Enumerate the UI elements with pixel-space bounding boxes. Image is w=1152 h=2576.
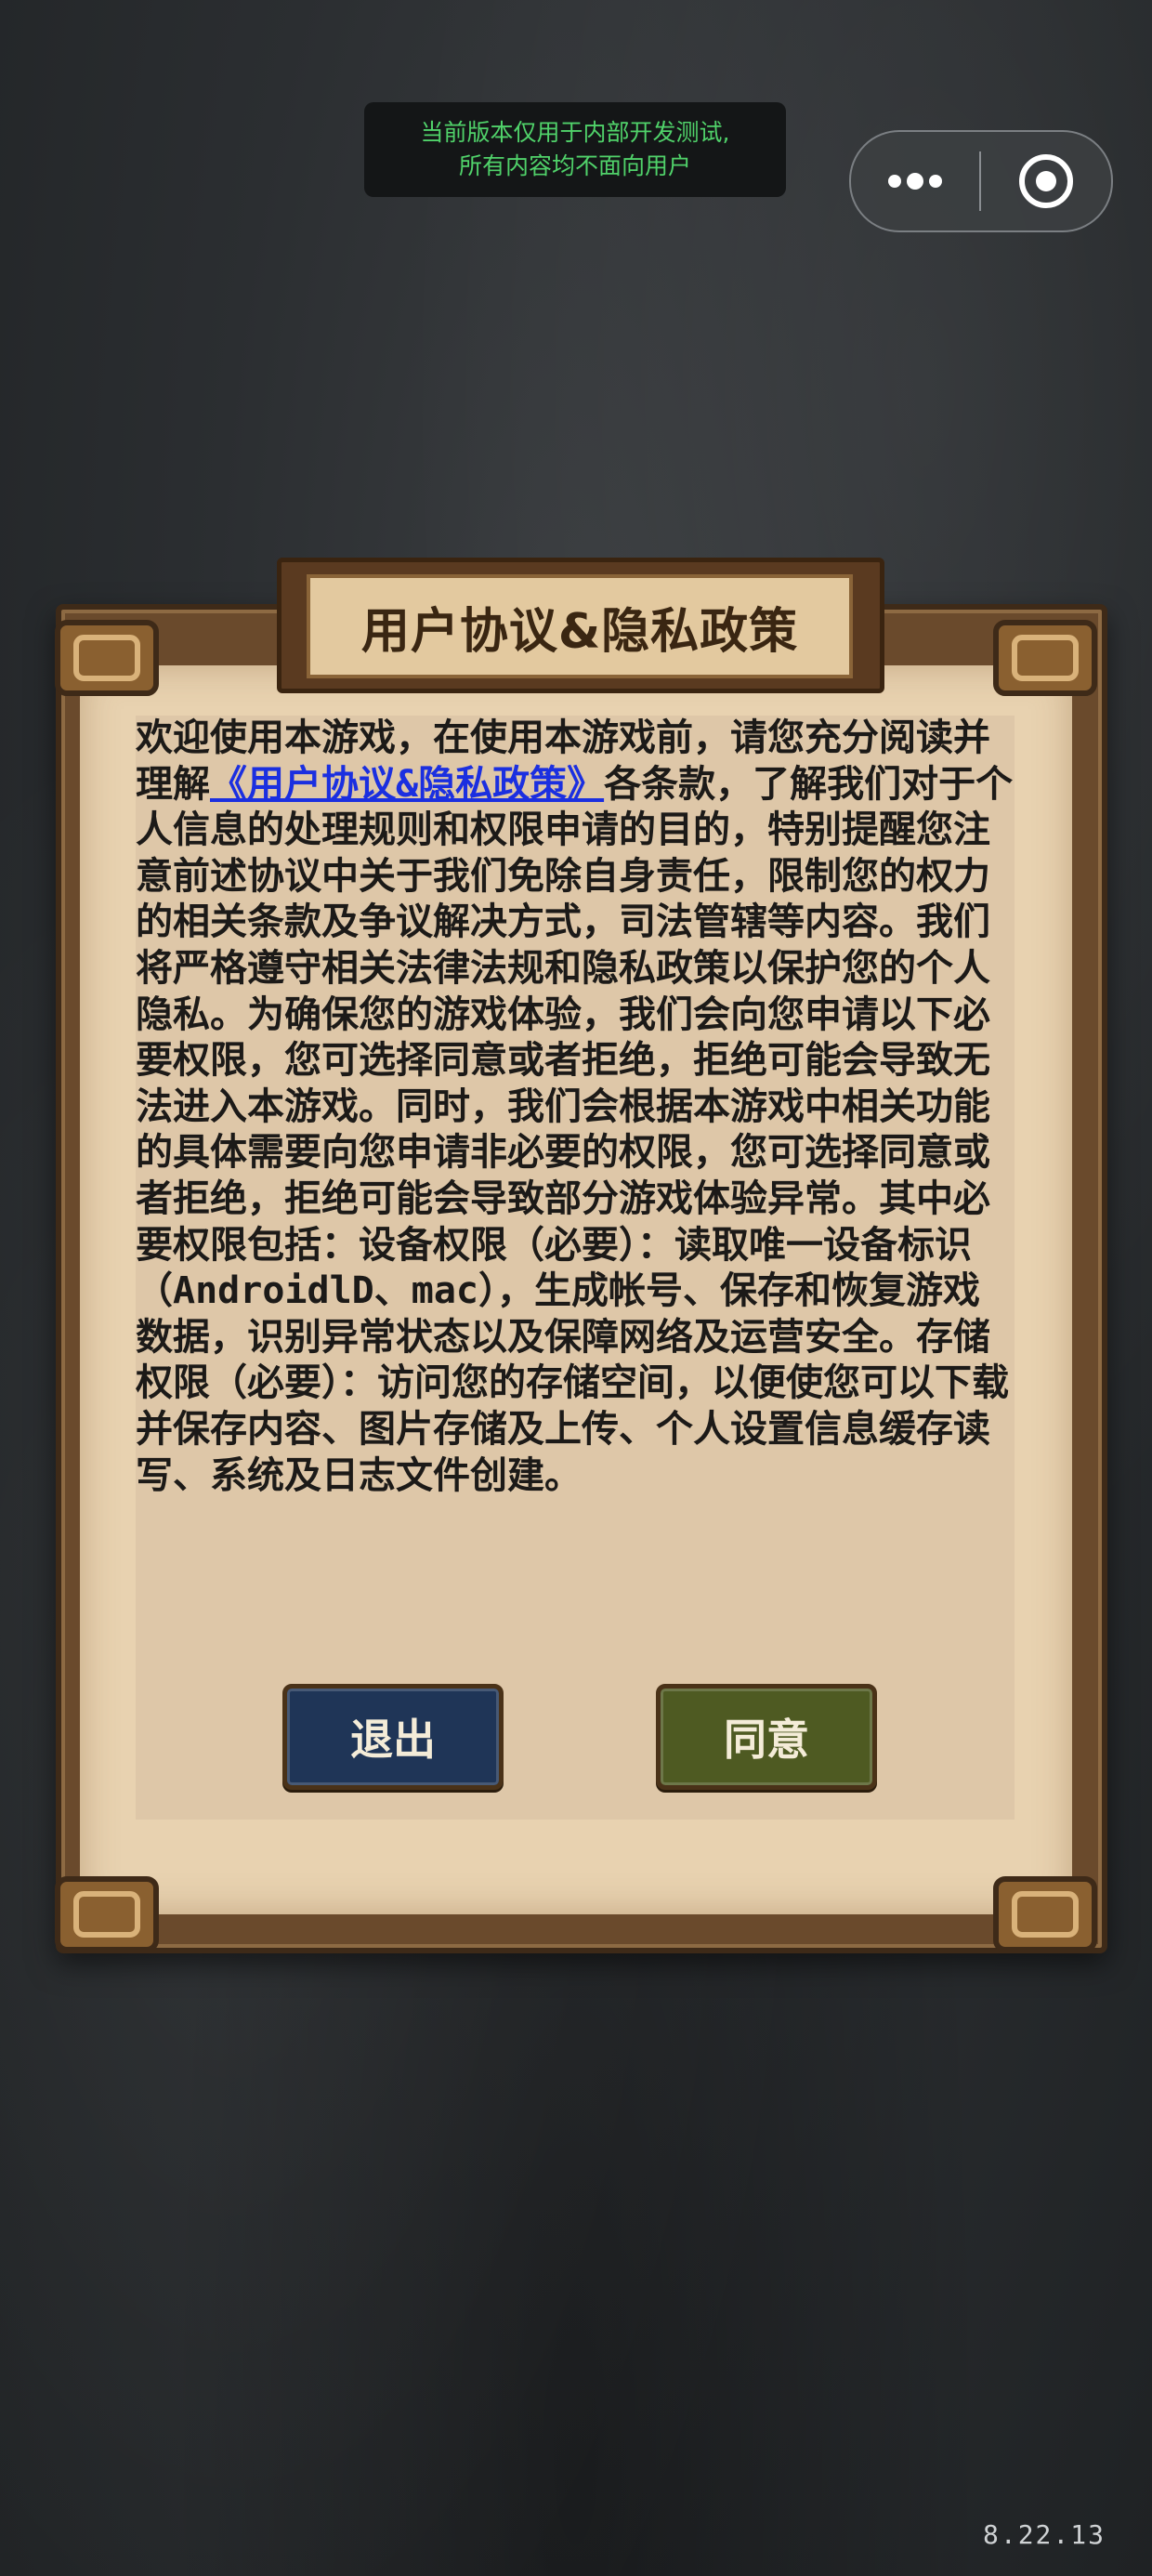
corner-ornament-icon bbox=[55, 620, 159, 696]
version-label: 8.22.13 bbox=[982, 2519, 1106, 2550]
miniprogram-capsule bbox=[849, 130, 1113, 232]
target-close-icon bbox=[1019, 154, 1073, 208]
title-plaque-inner: 用户协议&隐私政策 bbox=[307, 574, 853, 678]
more-button[interactable] bbox=[851, 132, 979, 230]
agreement-text: 欢迎使用本游戏，在使用本游戏前，请您充分阅读并理解《用户协议&隐私政策》各条款，… bbox=[136, 716, 1015, 1499]
corner-ornament-icon bbox=[993, 1876, 1097, 1952]
agreement-body: 各条款，了解我们对于个人信息的处理规则和权限申请的目的，特别提醒您注意前述协议中… bbox=[136, 762, 1014, 1497]
close-miniprogram-button[interactable] bbox=[981, 132, 1111, 230]
exit-button[interactable]: 退出 bbox=[282, 1684, 504, 1790]
dev-notice-line1: 当前版本仅用于内部开发测试, bbox=[420, 119, 730, 146]
dev-notice-line2: 所有内容均不面向用户 bbox=[458, 152, 691, 179]
more-dots-icon bbox=[888, 173, 942, 190]
corner-ornament-icon bbox=[55, 1876, 159, 1952]
dev-notice-banner: 当前版本仅用于内部开发测试, 所有内容均不面向用户 bbox=[364, 102, 786, 197]
agree-button[interactable]: 同意 bbox=[656, 1684, 877, 1790]
agreement-link[interactable]: 《用户协议&隐私政策》 bbox=[210, 763, 604, 806]
agree-button-label: 同意 bbox=[724, 1715, 809, 1765]
exit-button-label: 退出 bbox=[350, 1715, 436, 1765]
dialog-title: 用户协议&隐私政策 bbox=[360, 603, 799, 660]
corner-ornament-icon bbox=[993, 620, 1097, 696]
